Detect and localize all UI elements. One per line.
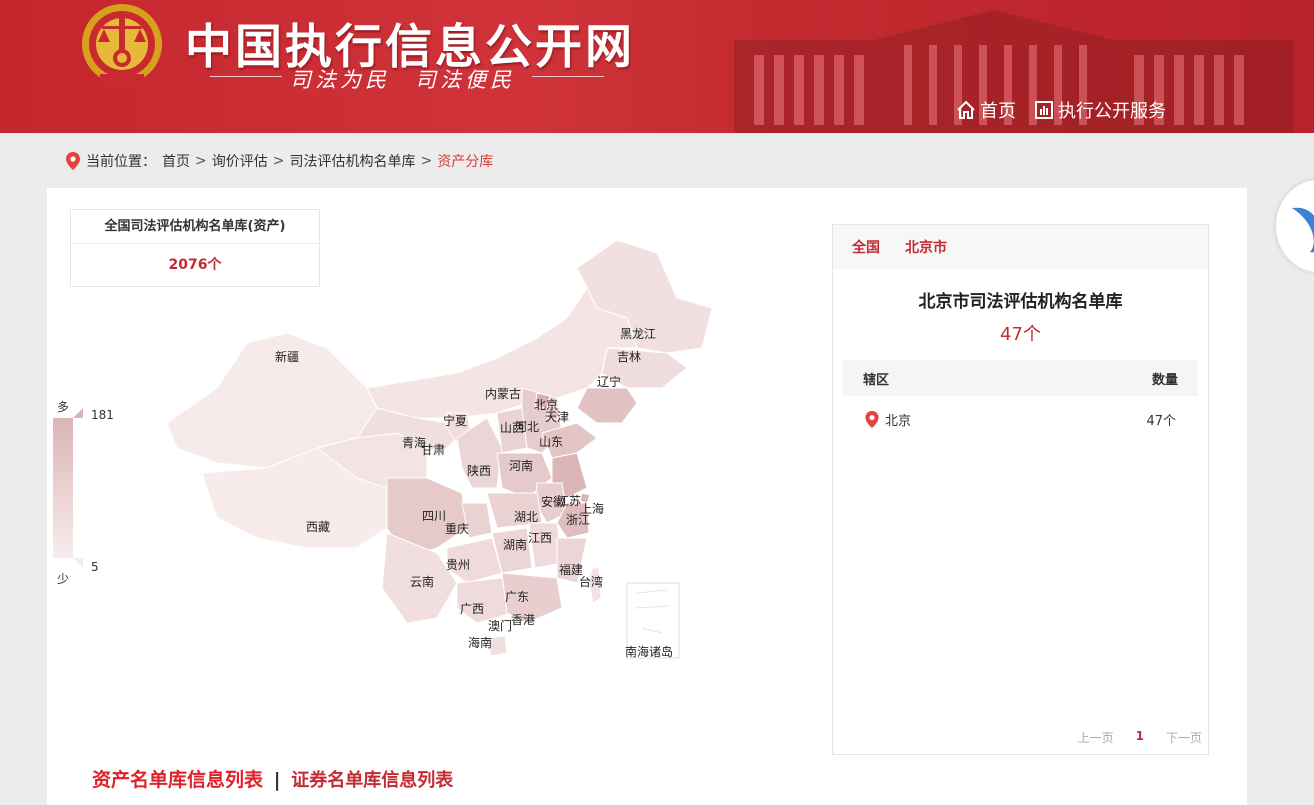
map-label: 西藏	[306, 520, 330, 534]
map-label: 辽宁	[597, 374, 621, 389]
breadcrumb-separator: >	[420, 153, 433, 169]
breadcrumb-prefix: 当前位置：	[86, 154, 156, 170]
map-label: 黑龙江	[620, 327, 656, 341]
map-label: 甘肃	[421, 443, 445, 457]
legend-min-value: 5	[91, 560, 99, 574]
table-header: 辖区 数量	[843, 360, 1198, 396]
map-label: 香港	[511, 613, 535, 627]
map-label: 广西	[460, 602, 484, 616]
map-label: 南海诸岛	[625, 644, 673, 659]
column-header-region: 辖区	[863, 372, 890, 388]
legend-top-handle[interactable]	[73, 408, 83, 418]
breadcrumb-home[interactable]: 首页	[162, 151, 190, 171]
legend-max-value: 181	[91, 408, 114, 422]
map-label: 宁夏	[443, 413, 467, 428]
tab-national[interactable]: 全国	[852, 237, 880, 257]
breadcrumb-current: 资产分库	[437, 154, 494, 170]
slogan-line-right	[532, 76, 604, 77]
row-region: 北京	[865, 410, 911, 429]
legend-gradient-bar[interactable]	[53, 418, 73, 558]
nav-service-label: 执行公开服务	[1058, 101, 1166, 122]
bird-icon	[1292, 207, 1314, 253]
map-label: 湖北	[514, 509, 538, 524]
map-label: 贵州	[446, 558, 470, 572]
breadcrumb-separator: >	[272, 153, 285, 169]
legend-low-label: 少	[57, 572, 70, 586]
prev-page-button[interactable]: 上一页	[1078, 729, 1114, 746]
map-label: 安徽	[541, 494, 565, 509]
breadcrumb-separator: >	[195, 153, 207, 169]
row-count: 47个	[1146, 413, 1176, 429]
list-link-separator: |	[273, 769, 281, 791]
home-icon	[957, 100, 975, 119]
map-label: 广东	[505, 590, 529, 604]
breadcrumb-valuation[interactable]: 询价评估	[212, 151, 268, 171]
nav-home[interactable]: 首页	[956, 96, 1016, 124]
row-region-name: 北京	[885, 413, 912, 429]
breadcrumb-agency-list[interactable]: 司法评估机构名单库	[289, 151, 415, 171]
map-legend: 多 181 5 少	[53, 394, 143, 586]
location-pin-icon	[66, 152, 80, 170]
page-number-current[interactable]: 1	[1136, 729, 1144, 746]
map-label: 澳门	[488, 618, 512, 633]
list-links: 资产名单库信息列表 | 证券名单库信息列表	[92, 765, 453, 792]
chart-icon	[1035, 101, 1053, 119]
main-panel: 全国司法评估机构名单库(资产) 2076个 多 181 5 少 黑龙江 吉林 辽…	[47, 188, 1247, 805]
breadcrumb: 当前位置： 首页 > 询价评估 > 司法评估机构名单库 > 资产分库	[66, 150, 493, 172]
map-label: 重庆	[445, 522, 469, 536]
court-emblem-logo	[82, 4, 162, 84]
region-tabs: 全国 北京市	[833, 225, 1208, 269]
site-header: 中国执行信息公开网 司法为民 司法便民 首页 执行公开服务	[0, 0, 1314, 133]
map-label: 吉林	[617, 350, 641, 364]
map-label: 天津	[545, 410, 569, 424]
nav-execution-service[interactable]: 执行公开服务	[1034, 96, 1166, 124]
floating-widget-button[interactable]	[1276, 180, 1314, 272]
slogan-text: 司法为民 司法便民	[290, 68, 515, 92]
securities-list-link[interactable]: 证券名单库信息列表	[291, 770, 453, 791]
map-label: 浙江	[566, 513, 590, 527]
legend-high-label: 多	[57, 400, 70, 414]
next-page-button[interactable]: 下一页	[1166, 729, 1202, 746]
map-label: 陕西	[467, 463, 491, 478]
map-label: 内蒙古	[485, 386, 521, 401]
map-label: 台湾	[579, 574, 603, 589]
map-label: 海南	[468, 635, 492, 650]
table-row[interactable]: 北京 47个	[843, 396, 1198, 442]
map-label: 江西	[528, 531, 552, 545]
legend-bottom-handle[interactable]	[73, 558, 83, 568]
slogan: 司法为民 司法便民	[210, 64, 610, 92]
province-liaoning[interactable]	[576, 387, 638, 424]
column-header-count: 数量	[1151, 372, 1178, 388]
map-label: 湖南	[503, 537, 527, 552]
nav-home-label: 首页	[980, 101, 1016, 122]
location-pin-icon	[865, 410, 879, 428]
map-label: 山东	[539, 435, 563, 449]
region-count: 47个	[1000, 324, 1041, 345]
pagination: 上一页 1 下一页	[1078, 729, 1202, 746]
map-label: 河南	[509, 458, 533, 473]
map-label: 四川	[422, 509, 446, 523]
map-label: 新疆	[275, 349, 299, 364]
china-province-map[interactable]: 黑龙江 吉林 辽宁 新疆 内蒙古 北京 天津 宁夏 山西 河北 青海 甘肃 山东…	[157, 238, 727, 668]
asset-list-link[interactable]: 资产名单库信息列表	[92, 769, 263, 791]
map-label: 云南	[410, 574, 434, 589]
region-title: 北京市司法评估机构名单库	[918, 292, 1123, 312]
region-detail-panel: 全国 北京市 北京市司法评估机构名单库 47个 辖区 数量 北京 47个 上一页…	[832, 224, 1209, 755]
map-label: 河北	[515, 420, 539, 434]
tab-beijing[interactable]: 北京市	[905, 237, 947, 257]
slogan-line-left	[210, 76, 282, 77]
